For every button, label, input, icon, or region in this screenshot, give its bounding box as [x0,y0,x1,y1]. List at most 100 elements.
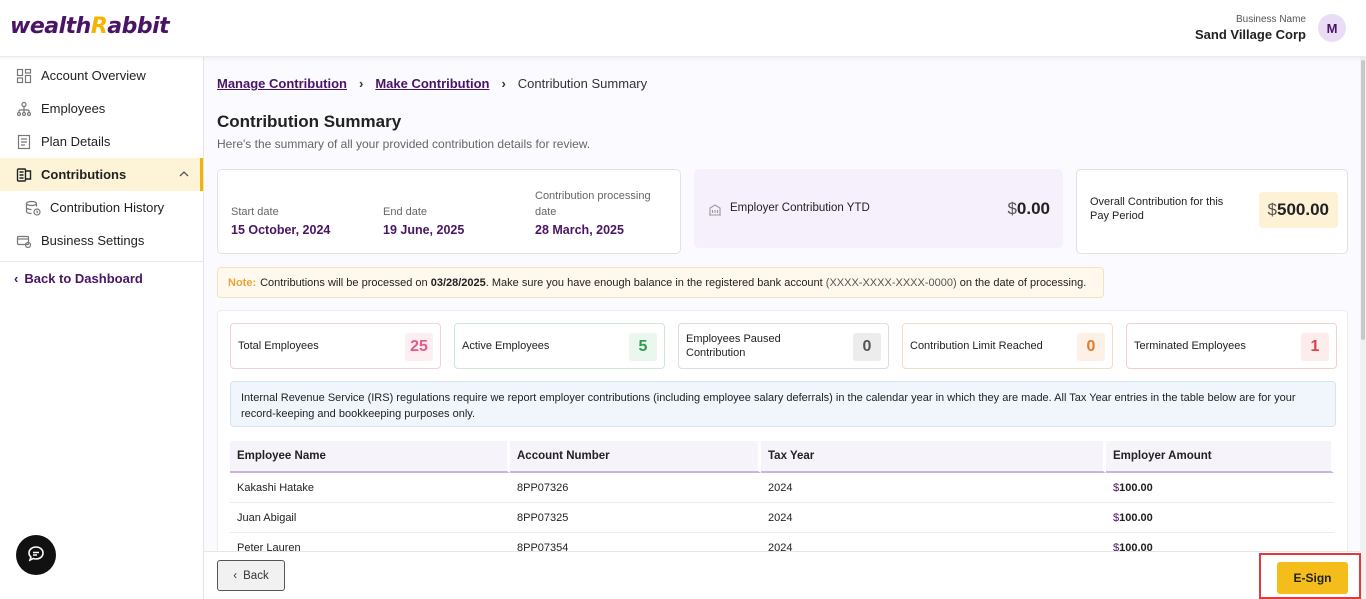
start-date-label: Start date [231,206,279,218]
chevron-left-icon: ‹ [233,569,238,582]
chevron-right-icon: › [359,76,364,91]
currency-symbol: $ [1267,200,1277,219]
note-label: Note: [228,276,257,289]
contribution-table: Employee Name Account Number Tax Year Em… [230,441,1334,551]
stat-limit-reached: Contribution Limit Reached 0 [902,323,1113,369]
cell-employee-name: Kakashi Hatake [230,473,510,503]
org-chart-icon [15,100,33,118]
action-footer: ‹ Back E-Sign [204,551,1361,599]
table-row: Peter Lauren 8PP07354 2024 $100.00 [230,533,1334,552]
back-to-dashboard-link[interactable]: ‹ Back to Dashboard [0,261,203,286]
breadcrumb-current: Contribution Summary [517,76,648,91]
logo-text: wealth [10,14,91,39]
column-header-tax-year[interactable]: Tax Year [761,441,1106,473]
page-scrollbar[interactable] [1360,0,1366,599]
scrollbar-thumb[interactable] [1361,60,1365,340]
table-header-row: Employee Name Account Number Tax Year Em… [230,441,1334,473]
business-info: Business Name Sand Village Corp [1195,14,1306,42]
employee-summary-panel: Total Employees 25 Active Employees 5 Empl… [217,310,1348,551]
start-date-value: 15 October, 2024 [231,223,331,237]
employer-ytd-value: $0.00 [1007,199,1050,219]
brand-logo[interactable]: wealthRabbit [10,14,170,39]
cell-employee-name: Peter Lauren [230,533,510,552]
cell-employer-amount: $100.00 [1106,533,1334,552]
stat-label: Active Employees [462,340,550,352]
employer-ytd-card: Employer Contribution YTD $0.00 [694,169,1063,248]
stat-value: 0 [1077,333,1105,361]
sidebar-item-label: Business Settings [41,233,145,248]
sidebar-item-label: Plan Details [41,134,111,149]
amount: 100.00 [1119,511,1153,524]
note-text: on the date of processing. [959,276,1087,289]
sidebar-item-account-overview[interactable]: Account Overview [0,59,203,92]
stat-paused-contribution: Employees Paused Contribution 0 [678,323,889,369]
chevron-right-icon: › [501,76,506,91]
stat-value: 25 [405,333,433,361]
sidebar-item-plan-details[interactable]: Plan Details [0,125,203,158]
note-account: (XXXX-XXXX-XXXX-0000) [825,276,957,289]
processing-date: Contribution processing date 28 March, 2… [535,188,665,237]
note-text: Contributions will be processed on [260,276,428,289]
cell-employer-amount: $100.00 [1106,473,1334,503]
column-header-employer-amount[interactable]: Employer Amount [1106,441,1334,473]
end-date-value: 19 June, 2025 [383,223,465,237]
amount: 500.00 [1277,200,1329,219]
chat-button[interactable] [16,535,56,575]
business-name: Sand Village Corp [1194,27,1306,42]
settings-card-icon [15,232,33,250]
page-subtitle: Here's the summary of all your provided … [217,137,591,151]
sidebar-item-business-settings[interactable]: Business Settings [0,224,203,257]
breadcrumb: Manage Contribution › Make Contribution … [217,76,647,91]
logo-text-end: abbit [107,14,170,39]
sidebar-item-label: Account Overview [41,68,146,83]
processing-date-label: Contribution processing date [535,190,651,218]
sidebar-item-label: Contribution History [50,200,165,215]
table-row: Kakashi Hatake 8PP07326 2024 $100.00 [230,473,1334,503]
stat-label: Contribution Limit Reached [910,340,1043,352]
overall-contribution-value: $500.00 [1258,192,1338,228]
sidebar-item-employees[interactable]: Employees [0,92,203,125]
back-to-dashboard-label: Back to Dashboard [24,271,143,286]
dashboard-icon [15,67,33,85]
amount: 0.00 [1016,199,1050,218]
back-button[interactable]: ‹ Back [217,560,285,591]
column-header-account-number[interactable]: Account Number [510,441,761,473]
cell-employee-name: Juan Abigail [230,503,510,533]
cell-account-number: 8PP07354 [510,533,761,552]
cell-employer-amount: $100.00 [1106,503,1334,533]
sidebar-item-contributions[interactable]: Contributions [0,158,203,191]
avatar[interactable]: M [1318,14,1346,42]
stat-value: 0 [853,333,881,361]
stat-terminated-employees: Terminated Employees 1 [1126,323,1337,369]
breadcrumb-make-contribution[interactable]: Make Contribution [375,76,489,91]
currency-symbol: $ [1007,199,1017,218]
sidebar-item-contribution-history[interactable]: Contribution History [0,191,203,224]
back-button-label: Back [243,569,269,582]
esign-button[interactable]: E-Sign [1277,562,1348,594]
processing-date-value: 28 March, 2025 [535,223,624,237]
cell-tax-year: 2024 [761,503,1106,533]
amount: 100.00 [1119,541,1153,552]
start-date: Start date 15 October, 2024 [231,204,330,237]
document-icon [15,133,33,151]
cell-tax-year: 2024 [761,473,1106,503]
money-stack-icon [15,166,33,184]
top-bar: wealthRabbit Business Name Sand Village … [0,0,1366,57]
cell-tax-year: 2024 [761,533,1106,552]
sidebar-item-label: Employees [41,101,106,116]
logo-r: R [90,14,108,39]
chevron-left-icon: ‹ [14,271,19,286]
table-row: Juan Abigail 8PP07325 2024 $100.00 [230,503,1334,533]
stat-label: Employees Paused Contribution [686,333,781,359]
column-header-employee-name[interactable]: Employee Name [230,441,510,473]
note-text: . Make sure you have enough balance in t… [485,276,823,289]
overall-contribution-label: Overall Contribution for this Pay Period [1090,196,1224,222]
chevron-up-icon[interactable] [178,168,190,183]
end-date: End date 19 June, 2025 [383,204,464,237]
sidebar: Account Overview Employees Plan Details … [0,57,204,599]
irs-notice: Internal Revenue Service (IRS) regulatio… [230,381,1336,427]
breadcrumb-manage-contribution[interactable]: Manage Contribution [217,76,347,91]
note-date: 03/28/2025 [430,276,486,289]
stat-value: 5 [629,333,657,361]
employer-ytd-label: Employer Contribution YTD [730,202,870,214]
